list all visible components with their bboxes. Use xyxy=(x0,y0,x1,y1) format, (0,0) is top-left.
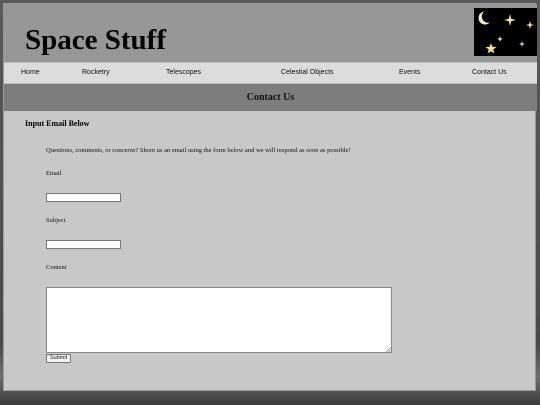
content-label: Content xyxy=(46,264,67,271)
star-icon xyxy=(504,14,516,26)
night-sky-logo-graphic xyxy=(478,10,534,54)
site-header: Space Stuff xyxy=(4,4,537,62)
email-field[interactable] xyxy=(46,193,121,202)
page-banner: Contact Us xyxy=(4,84,537,111)
nav-item-telescopes[interactable]: Telescopes xyxy=(166,63,201,83)
resize-grip-icon[interactable] xyxy=(385,346,391,352)
form-heading: Input Email Below xyxy=(25,119,90,128)
nav-item-contact-us[interactable]: Contact Us xyxy=(472,63,507,83)
night-sky-logo-icon xyxy=(474,8,537,56)
subject-field[interactable] xyxy=(46,240,121,249)
nav-item-rocketry[interactable]: Rocketry xyxy=(82,63,110,83)
star-icon xyxy=(519,41,525,47)
page-title: Contact Us xyxy=(246,92,295,103)
site-title: Space Stuff xyxy=(25,24,166,56)
subject-label: Subject xyxy=(46,217,66,224)
nav-item-events[interactable]: Events xyxy=(399,63,420,83)
submit-button[interactable]: Submit xyxy=(46,354,72,363)
main-nav: Home Rocketry Telescopes Celestial Objec… xyxy=(4,62,537,84)
star-icon xyxy=(485,43,497,54)
email-label: Email xyxy=(46,170,62,177)
form-intro-text: Questions, comments, or concerns? Shoot … xyxy=(46,147,351,154)
nav-item-home[interactable]: Home xyxy=(21,63,40,83)
star-icon xyxy=(526,21,534,29)
page-container: Space Stuff Home Rocketry Telescopes Cel… xyxy=(3,3,537,391)
moon-shadow xyxy=(481,10,495,23)
nav-item-celestial-objects[interactable]: Celestial Objects xyxy=(281,63,334,83)
star-icon xyxy=(497,36,503,42)
content-textarea[interactable] xyxy=(46,287,392,353)
